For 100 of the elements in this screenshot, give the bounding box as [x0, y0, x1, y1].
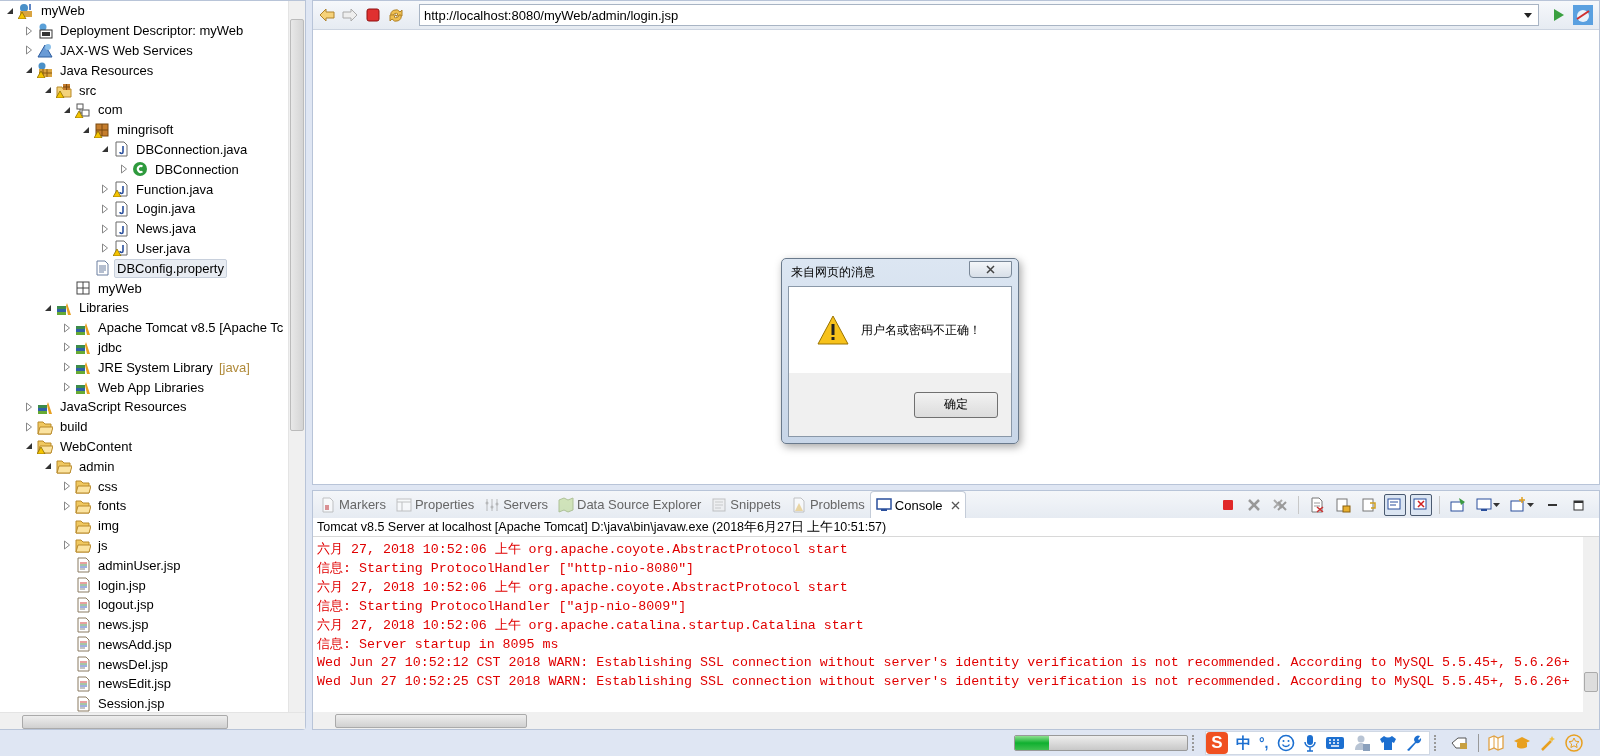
vertical-scrollbar[interactable]: [288, 1, 305, 712]
expanded-arrow-icon[interactable]: [44, 303, 52, 312]
view-tab[interactable]: Problems: [785, 491, 870, 518]
stop-icon[interactable]: [365, 7, 381, 23]
tree-item[interactable]: DBConfig.property: [114, 258, 227, 278]
collapsed-arrow-icon[interactable]: [101, 184, 109, 195]
browser-logo-icon[interactable]: [1573, 5, 1593, 25]
microphone-icon[interactable]: [1302, 734, 1317, 752]
tree-item[interactable]: newsAdd.jsp: [95, 634, 175, 654]
tree-item[interactable]: login.jsp: [95, 575, 149, 595]
tree-item[interactable]: News.java: [133, 219, 199, 239]
tree-item[interactable]: Java Resources: [57, 60, 157, 80]
tree-item[interactable]: myWeb: [95, 278, 145, 298]
caret-icon[interactable]: [1493, 502, 1500, 507]
collapsed-arrow-icon[interactable]: [25, 401, 33, 412]
tree-item[interactable]: Libraries: [76, 298, 132, 318]
collapsed-arrow-icon[interactable]: [101, 223, 109, 234]
view-tab[interactable]: Data Source Explorer: [553, 491, 707, 518]
shirt-icon[interactable]: [1378, 734, 1397, 752]
console-line: 六月 27, 2018 10:52:06 上午 org.apache.coyote.AbstractProtocol start: [317, 578, 848, 597]
tree-item[interactable]: Apache Tomcat v8.5 [Apache Tc: [95, 318, 287, 338]
tree-item[interactable]: com: [95, 100, 126, 120]
tree-item[interactable]: Function.java: [133, 179, 217, 199]
dialog-title: 来自网页的消息: [789, 264, 875, 281]
close-icon[interactable]: [985, 265, 995, 274]
close-icon[interactable]: [950, 500, 960, 510]
tree-item[interactable]: jdbc: [95, 337, 125, 357]
horizontal-scrollbar[interactable]: [0, 712, 305, 729]
expanded-arrow-icon[interactable]: [6, 6, 14, 15]
tree-item[interactable]: Login.java: [133, 199, 199, 219]
tree-item[interactable]: css: [95, 476, 121, 496]
url-field[interactable]: http://localhost:8080/myWeb/admin/login.jsp: [419, 4, 1539, 26]
smiley-icon[interactable]: [1276, 734, 1295, 752]
expanded-arrow-icon[interactable]: [44, 462, 52, 471]
forward-icon[interactable]: [342, 7, 358, 23]
tree-item[interactable]: Web App Libraries: [95, 377, 207, 397]
tree-item[interactable]: DBConnection.java: [133, 139, 251, 159]
tree-item[interactable]: Deployment Descriptor: myWeb: [57, 21, 247, 41]
tree-item[interactable]: admin: [76, 456, 118, 476]
collapsed-arrow-icon[interactable]: [101, 243, 109, 254]
tree-item[interactable]: src: [76, 80, 100, 100]
tree-item[interactable]: DBConnection: [152, 159, 242, 179]
user-icon[interactable]: [1352, 734, 1371, 752]
collapsed-arrow-icon[interactable]: [25, 25, 33, 36]
dropdown-icon[interactable]: [1524, 12, 1532, 18]
punctuation-mode[interactable]: °,: [1259, 735, 1269, 751]
expanded-arrow-icon[interactable]: [82, 125, 90, 134]
keyboard-icon[interactable]: [1324, 736, 1345, 750]
expanded-arrow-icon[interactable]: [25, 66, 33, 75]
console-tab[interactable]: Console: [869, 491, 966, 518]
collapsed-arrow-icon[interactable]: [63, 500, 71, 511]
expanded-arrow-icon[interactable]: [101, 145, 109, 154]
collapsed-arrow-icon[interactable]: [63, 481, 71, 491]
collapsed-arrow-icon[interactable]: [63, 382, 71, 393]
tree-item[interactable]: Session.jsp: [95, 694, 168, 712]
expanded-arrow-icon[interactable]: [25, 442, 33, 451]
collapsed-arrow-icon[interactable]: [63, 342, 71, 353]
view-tab[interactable]: Properties: [390, 491, 480, 518]
view-tab[interactable]: Markers: [315, 491, 391, 518]
display-console-icon[interactable]: [1476, 496, 1492, 513]
collapsed-arrow-icon[interactable]: [101, 203, 109, 214]
tree-item[interactable]: newsDel.jsp: [95, 654, 172, 674]
tree-item[interactable]: User.java: [133, 238, 194, 258]
tree-item[interactable]: JAX-WS Web Services: [57, 41, 196, 60]
collapsed-arrow-icon[interactable]: [25, 45, 33, 56]
close-button[interactable]: [968, 261, 1012, 278]
tree-item[interactable]: adminUser.jsp: [95, 555, 184, 575]
view-tab[interactable]: Servers: [479, 491, 553, 518]
caret-icon[interactable]: [1527, 502, 1534, 507]
collapsed-arrow-icon[interactable]: [63, 362, 71, 373]
horizontal-scrollbar[interactable]: [313, 712, 1599, 729]
back-icon[interactable]: [319, 7, 335, 23]
ok-button[interactable]: 确定: [913, 391, 998, 418]
map-icon[interactable]: [1487, 735, 1504, 751]
collapsed-arrow-icon[interactable]: [120, 164, 128, 175]
tree-item[interactable]: newsEdit.jsp: [95, 674, 174, 694]
tree-item[interactable]: js: [95, 535, 111, 555]
collapsed-arrow-icon[interactable]: [25, 421, 33, 432]
expanded-arrow-icon[interactable]: [63, 105, 71, 114]
tree-item[interactable]: img: [95, 516, 122, 536]
tree-item[interactable]: mingrisoft: [114, 120, 177, 140]
console-title: Tomcat v8.5 Server at localhost [Apache Tomcat] D:\java\bin\javaw.exe (2018年6月27日 上午10:51:57): [313, 518, 1599, 537]
tree-item[interactable]: logout.jsp: [95, 595, 157, 615]
tree-item[interactable]: myWeb: [38, 1, 88, 21]
tree-item[interactable]: news.jsp: [95, 615, 152, 635]
tree-item[interactable]: JavaScript Resources: [57, 397, 190, 417]
tree-item[interactable]: WebContent: [57, 436, 136, 456]
tree-item[interactable]: JRE System Library: [95, 357, 216, 377]
language-mode[interactable]: 中: [1236, 733, 1251, 753]
vertical-scrollbar[interactable]: [1583, 537, 1599, 712]
tree-item[interactable]: build: [57, 417, 91, 437]
refresh-icon[interactable]: [388, 7, 404, 23]
snippets-icon: [711, 496, 728, 513]
tree-item[interactable]: fonts: [95, 496, 130, 516]
collapsed-arrow-icon[interactable]: [63, 540, 71, 551]
ime-logo[interactable]: S: [1206, 732, 1228, 754]
dialog-message: 用户名或密码不正确！: [860, 321, 981, 339]
view-tab[interactable]: Snippets: [706, 491, 786, 518]
expanded-arrow-icon[interactable]: [44, 86, 52, 95]
collapsed-arrow-icon[interactable]: [63, 322, 71, 333]
